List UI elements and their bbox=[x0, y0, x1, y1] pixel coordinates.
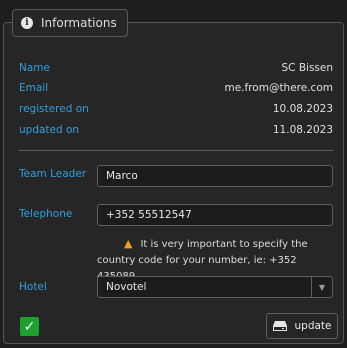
detail-row-updated: updated on 11.08.2023 bbox=[19, 122, 333, 138]
hotel-select[interactable]: Novotel ▼ bbox=[97, 276, 333, 298]
detail-row-email: Email me.from@there.com bbox=[19, 80, 333, 96]
update-button[interactable]: update bbox=[266, 313, 338, 339]
detail-row-registered: registered on 10.08.2023 bbox=[19, 101, 333, 117]
active-checkbox[interactable]: ✓ bbox=[20, 317, 39, 336]
info-circle-icon: i bbox=[21, 17, 33, 29]
panel-title: Informations bbox=[41, 16, 117, 30]
telephone-label: Telephone bbox=[19, 208, 73, 220]
hotel-label: Hotel bbox=[19, 281, 47, 293]
telephone-input[interactable]: +352 55512547 bbox=[97, 204, 333, 226]
detail-row-name: Name SC Bissen bbox=[19, 60, 333, 76]
detail-label: Name bbox=[19, 62, 50, 74]
detail-value: SC Bissen bbox=[281, 62, 333, 74]
detail-label: registered on bbox=[19, 103, 89, 115]
checkmark-icon: ✓ bbox=[23, 318, 36, 335]
section-divider bbox=[19, 150, 333, 151]
hard-drive-icon bbox=[272, 321, 287, 331]
detail-label: Email bbox=[19, 82, 49, 94]
chevron-down-icon[interactable]: ▼ bbox=[311, 277, 332, 297]
detail-value: me.from@there.com bbox=[224, 82, 333, 94]
warning-triangle-icon: ▲ bbox=[124, 237, 133, 250]
team-leader-label: Team Leader bbox=[19, 168, 87, 180]
hotel-selected-value: Novotel bbox=[106, 281, 147, 293]
detail-label: updated on bbox=[19, 124, 80, 136]
update-label: update bbox=[294, 320, 332, 332]
team-leader-input[interactable]: Marco bbox=[97, 165, 333, 187]
detail-value: 10.08.2023 bbox=[272, 103, 333, 115]
panel-legend: i Informations bbox=[12, 9, 128, 37]
detail-value: 11.08.2023 bbox=[272, 124, 333, 136]
